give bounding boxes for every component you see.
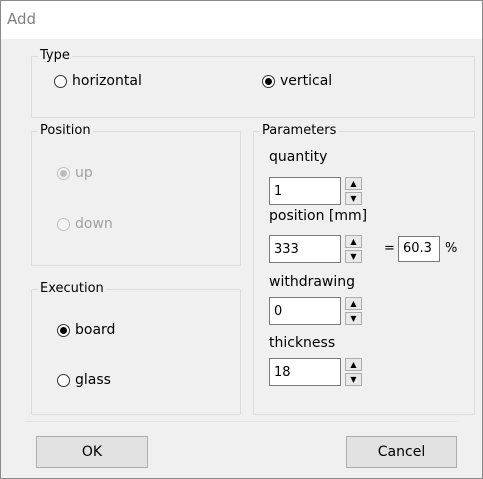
equals-sign: = [384,241,395,256]
spin-up-icon[interactable]: ▲ [345,235,362,248]
execution-group: Execution board glass [31,281,241,415]
position-group-label: Position [38,123,93,138]
window-title: Add [7,10,37,28]
cancel-button[interactable]: Cancel [346,436,457,468]
divider [25,421,457,422]
quantity-label: quantity [269,149,328,165]
up-radio[interactable]: up [57,165,93,181]
radio-circle-icon [54,74,67,88]
radio-selected-icon [57,166,70,180]
thickness-input[interactable]: 18 [269,358,341,386]
spin-down-icon[interactable]: ▼ [345,192,362,205]
add-dialog: Add Type horizontal vertical Position up… [0,0,483,479]
quantity-spinner: ▲ ▼ [345,177,362,205]
spin-up-icon[interactable]: ▲ [345,297,362,310]
title-bar: Add [1,1,482,39]
withdrawing-spinner: ▲ ▼ [345,297,362,325]
spin-down-icon[interactable]: ▼ [345,312,362,325]
board-radio[interactable]: board [57,322,115,338]
radio-circle-icon [57,373,70,387]
ok-button[interactable]: OK [36,436,148,468]
radio-selected-icon [57,323,70,337]
spin-up-icon[interactable]: ▲ [345,177,362,190]
spin-down-icon[interactable]: ▼ [345,373,362,386]
vertical-radio-label: vertical [280,73,333,89]
quantity-input[interactable]: 1 [269,177,341,205]
parameters-group: Parameters quantity 1 ▲ ▼ position [mm] … [253,123,475,415]
thickness-label: thickness [269,335,336,351]
spin-up-icon[interactable]: ▲ [345,358,362,371]
spin-down-icon[interactable]: ▼ [345,250,362,263]
radio-circle-icon [57,217,70,231]
radio-selected-icon [262,74,275,88]
glass-radio-label: glass [75,372,111,388]
execution-group-label: Execution [38,281,106,296]
type-group: Type horizontal vertical [31,48,475,118]
position-percent-input[interactable]: 60.3 [398,236,440,262]
down-radio[interactable]: down [57,216,113,232]
withdrawing-input[interactable]: 0 [269,297,341,325]
position-mm-spinner: ▲ ▼ [345,235,362,263]
percent-sign: % [445,241,458,256]
position-group: Position up down [31,123,241,266]
vertical-radio[interactable]: vertical [262,73,332,89]
up-radio-label: up [75,165,93,181]
type-group-label: Type [38,48,72,63]
horizontal-radio-label: horizontal [72,73,142,89]
thickness-spinner: ▲ ▼ [345,358,362,386]
position-mm-input[interactable]: 333 [269,235,341,263]
position-mm-label: position [mm] [269,208,368,224]
board-radio-label: board [75,322,116,338]
withdrawing-label: withdrawing [269,274,356,290]
down-radio-label: down [75,216,113,232]
glass-radio[interactable]: glass [57,372,111,388]
horizontal-radio[interactable]: horizontal [54,73,142,89]
parameters-group-label: Parameters [260,123,339,138]
